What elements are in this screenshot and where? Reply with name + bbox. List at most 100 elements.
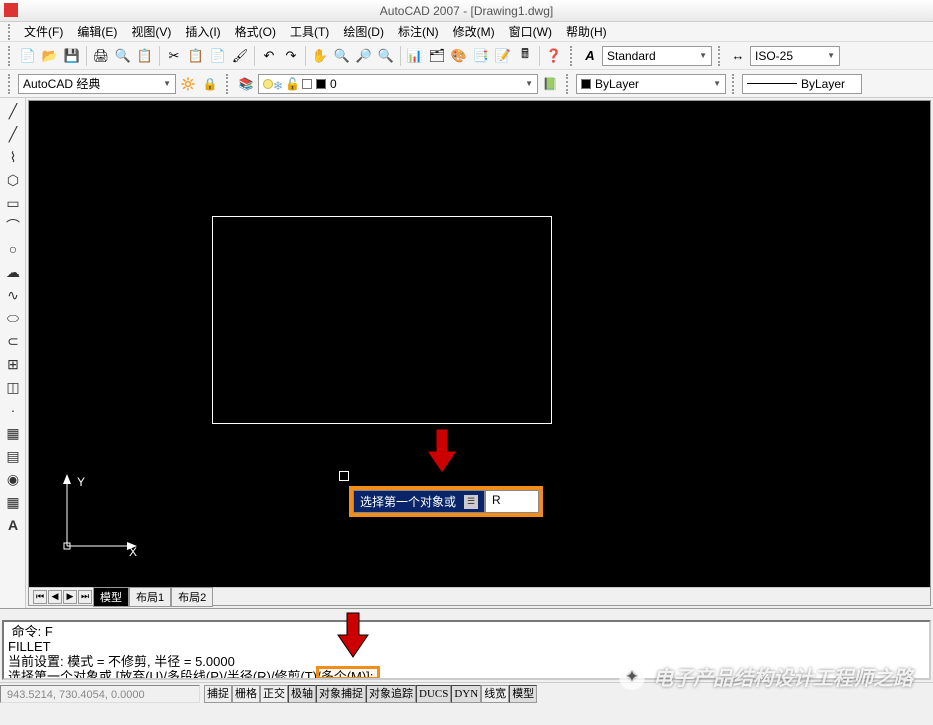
circle-icon[interactable]: ○ <box>2 238 24 260</box>
grip-icon[interactable] <box>8 24 12 40</box>
zoom-rt-icon[interactable]: 🔍 <box>332 46 352 66</box>
preview-icon[interactable]: 🔍 <box>113 46 133 66</box>
grip-icon[interactable] <box>732 74 736 94</box>
color-combo[interactable]: ByLayer▼ <box>576 74 726 94</box>
tab-last-icon[interactable]: ⏭ <box>78 590 92 604</box>
grip-icon[interactable] <box>226 74 230 94</box>
grip-icon[interactable] <box>570 46 574 66</box>
tab-layout1[interactable]: 布局1 <box>129 587 171 607</box>
osnap-toggle[interactable]: 对象捕捉 <box>316 685 366 703</box>
grip-icon[interactable] <box>8 74 12 94</box>
menu-tools[interactable]: 工具(T) <box>284 21 335 42</box>
xline-icon[interactable]: ╱ <box>2 123 24 145</box>
markup-icon[interactable]: 📝 <box>493 46 513 66</box>
grid-toggle[interactable]: 栅格 <box>232 685 260 703</box>
menu-window[interactable]: 窗口(W) <box>503 21 558 42</box>
tab-prev-icon[interactable]: ◀ <box>48 590 62 604</box>
mtext-icon[interactable]: A <box>2 514 24 536</box>
menu-view[interactable]: 视图(V) <box>125 21 177 42</box>
zoom-prev-icon[interactable]: 🔍 <box>376 46 396 66</box>
spline-icon[interactable]: ∿ <box>2 284 24 306</box>
cut-icon[interactable]: ✂ <box>164 46 184 66</box>
help-icon[interactable]: ❓ <box>544 46 564 66</box>
copy-icon[interactable]: 📋 <box>186 46 206 66</box>
point-icon[interactable]: · <box>2 399 24 421</box>
textstyle-icon[interactable]: A <box>580 46 600 66</box>
menu-file[interactable]: 文件(F) <box>18 21 69 42</box>
dyn-toggle[interactable]: DYN <box>451 685 481 703</box>
menu-edit[interactable]: 编辑(E) <box>71 21 123 42</box>
command-window[interactable]: 命令: F FILLET 当前设置: 模式 = 不修剪, 半径 = 5.0000… <box>2 620 931 680</box>
pan-icon[interactable]: ✋ <box>310 46 330 66</box>
tab-next-icon[interactable]: ▶ <box>63 590 77 604</box>
linetype-value: ByLayer <box>801 77 845 91</box>
polar-toggle[interactable]: 极轴 <box>288 685 316 703</box>
model-toggle[interactable]: 模型 <box>509 685 537 703</box>
calc-icon[interactable]: 🖩 <box>515 46 535 66</box>
ellipse-arc-icon[interactable]: ⊂ <box>2 330 24 352</box>
hatch-icon[interactable]: ▦ <box>2 422 24 444</box>
linetype-combo[interactable]: ByLayer <box>742 74 862 94</box>
sheet-icon[interactable]: 📑 <box>471 46 491 66</box>
revcloud-icon[interactable]: ☁ <box>2 261 24 283</box>
layer-combo[interactable]: ❄ 🔓 0▼ <box>258 74 538 94</box>
ducs-toggle[interactable]: DUCS <box>416 685 451 703</box>
workspace-combo[interactable]: AutoCAD 经典▼ <box>18 74 176 94</box>
open-icon[interactable]: 📂 <box>40 46 60 66</box>
scroll-track[interactable] <box>0 608 933 618</box>
dim-style-combo[interactable]: ISO-25▼ <box>750 46 840 66</box>
title-bar: AutoCAD 2007 - [Drawing1.dwg] <box>0 0 933 22</box>
undo-icon[interactable]: ↶ <box>259 46 279 66</box>
rectangle-icon[interactable]: ▭ <box>2 192 24 214</box>
menu-insert[interactable]: 插入(I) <box>179 21 226 42</box>
text-style-combo[interactable]: Standard▼ <box>602 46 712 66</box>
redo-icon[interactable]: ↷ <box>281 46 301 66</box>
block-icon[interactable]: ◫ <box>2 376 24 398</box>
insert-icon[interactable]: ⊞ <box>2 353 24 375</box>
snap-toggle[interactable]: 捕捉 <box>204 685 232 703</box>
ellipse-icon[interactable]: ⬭ <box>2 307 24 329</box>
new-icon[interactable]: 📄 <box>18 46 38 66</box>
lwt-toggle[interactable]: 线宽 <box>481 685 509 703</box>
tab-first-icon[interactable]: ⏮ <box>33 590 47 604</box>
menu-format[interactable]: 格式(O) <box>229 21 282 42</box>
properties-icon[interactable]: 📊 <box>405 46 425 66</box>
layer-props-icon[interactable]: 📚 <box>236 74 256 94</box>
otrack-toggle[interactable]: 对象追踪 <box>366 685 416 703</box>
tool-palette-icon[interactable]: 🎨 <box>449 46 469 66</box>
ucs-x-label: X <box>129 545 137 559</box>
menu-modify[interactable]: 修改(M) <box>447 21 501 42</box>
dynamic-input-field[interactable]: R <box>485 490 539 513</box>
table-icon[interactable]: ▦ <box>2 491 24 513</box>
drawing-canvas[interactable]: 选择第一个对象或 ☰ R Y X <box>29 101 930 587</box>
save-icon[interactable]: 💾 <box>62 46 82 66</box>
grip-icon[interactable] <box>718 46 722 66</box>
workspace-settings-icon[interactable]: 🔆 <box>178 74 198 94</box>
dcenter-icon[interactable]: 🗂 <box>427 46 447 66</box>
plot-icon <box>302 79 312 89</box>
line-icon[interactable]: ╱ <box>2 100 24 122</box>
tab-model[interactable]: 模型 <box>93 587 129 607</box>
dimstyle-icon[interactable]: ↔ <box>728 46 748 66</box>
menu-draw[interactable]: 绘图(D) <box>337 21 390 42</box>
menu-dimension[interactable]: 标注(N) <box>392 21 445 42</box>
ortho-toggle[interactable]: 正交 <box>260 685 288 703</box>
match-icon[interactable]: 🖌 <box>230 46 250 66</box>
gradient-icon[interactable]: ▤ <box>2 445 24 467</box>
polygon-icon[interactable]: ⬡ <box>2 169 24 191</box>
tab-layout2[interactable]: 布局2 <box>171 587 213 607</box>
print-icon[interactable]: 🖨 <box>91 46 111 66</box>
zoom-win-icon[interactable]: 🔎 <box>354 46 374 66</box>
grip-icon[interactable] <box>566 74 570 94</box>
arc-icon[interactable]: ⌒ <box>2 215 24 237</box>
pline-icon[interactable]: ⌇ <box>2 146 24 168</box>
menu-help[interactable]: 帮助(H) <box>560 21 613 42</box>
paste-icon[interactable]: 📄 <box>208 46 228 66</box>
options-icon[interactable]: ☰ <box>464 495 478 509</box>
grip-icon[interactable] <box>8 46 12 66</box>
workspace-lock-icon[interactable]: 🔒 <box>200 74 220 94</box>
layer-prev-icon[interactable]: 📗 <box>540 74 560 94</box>
publish-icon[interactable]: 📋 <box>135 46 155 66</box>
region-icon[interactable]: ◉ <box>2 468 24 490</box>
coordinates-display[interactable]: 943.5214, 730.4054, 0.0000 <box>0 685 200 703</box>
